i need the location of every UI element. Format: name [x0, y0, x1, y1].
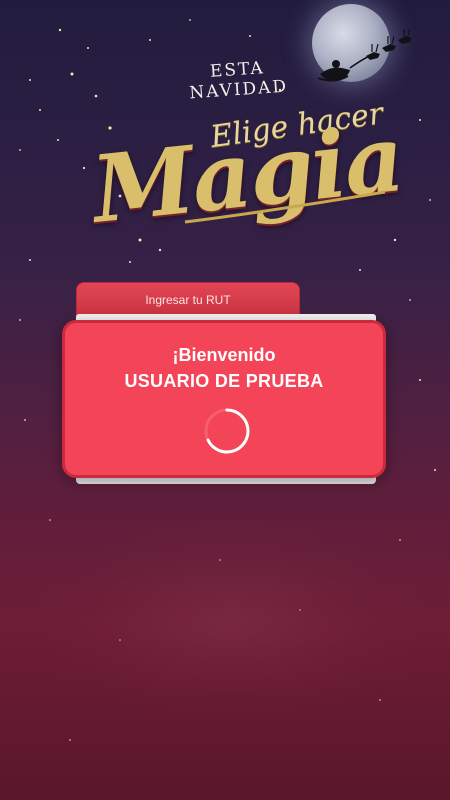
- background-cloud: [40, 520, 420, 720]
- welcome-greeting: ¡Bienvenido: [172, 345, 276, 365]
- app-screen: ESTA NAVIDAD Elige hacer Magia Ingresar …: [0, 0, 450, 800]
- rut-login-tab[interactable]: Ingresar tu RUT: [76, 282, 300, 318]
- loading-spinner-icon: [204, 408, 250, 454]
- santa-sleigh-icon: [317, 28, 412, 82]
- welcome-modal: ¡Bienvenido USUARIO DE PRUEBA: [62, 320, 386, 478]
- headline-flourish: [184, 190, 386, 224]
- welcome-user-name: USUARIO DE PRUEBA: [124, 371, 324, 391]
